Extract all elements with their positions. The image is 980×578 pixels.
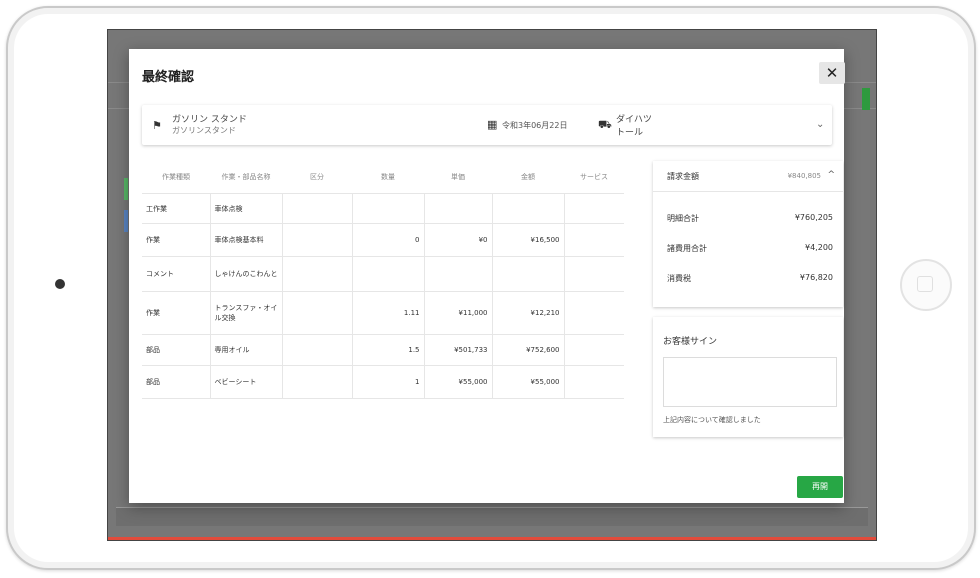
cell: ¥0	[424, 223, 493, 257]
submit-button[interactable]: 再開	[797, 476, 843, 498]
cell: ベビーシート	[210, 365, 283, 399]
confirm-dialog: 最終確認 ✕ ⚑ ガソリン スタンド ガソリンスタンド ▦ 令和3年06月22日…	[129, 49, 845, 503]
billing-row-value: ¥760,205	[794, 213, 833, 222]
shop-subname: ガソリンスタンド	[172, 126, 236, 135]
cell: 作業	[142, 223, 211, 257]
cell: ¥55,000	[492, 365, 565, 399]
cell: ¥55,000	[424, 365, 493, 399]
cell	[282, 291, 353, 335]
cell	[564, 365, 624, 399]
table-row: 作業 トランスファ・オイル交換 1.11 ¥11,000 ¥12,210	[142, 291, 624, 335]
table-row: コメント しゃけんのこわんと	[142, 256, 624, 292]
cell: 作業	[142, 291, 211, 335]
cell	[492, 193, 565, 224]
cell: ¥11,000	[424, 291, 493, 335]
billing-row-value: ¥76,820	[799, 273, 833, 282]
cell	[282, 365, 353, 399]
cell: 部品	[142, 334, 211, 366]
cell: トランスファ・オイル交換	[210, 291, 283, 335]
info-card[interactable]: ⚑ ガソリン スタンド ガソリンスタンド ▦ 令和3年06月22日 ⛟ ダイハツ…	[142, 105, 832, 145]
date-text: 令和3年06月22日	[502, 121, 568, 130]
chevron-up-icon[interactable]: ^	[827, 170, 835, 180]
camera-dot	[55, 279, 65, 289]
billing-header[interactable]: 請求金額 ¥840,805 ^	[653, 161, 843, 192]
cell	[352, 256, 425, 292]
billing-row-value: ¥4,200	[805, 243, 833, 252]
col-header: 作業種類	[142, 161, 210, 194]
col-header: 単価	[424, 161, 492, 194]
cell	[282, 223, 353, 257]
cell	[282, 256, 353, 292]
col-header: 金額	[492, 161, 564, 194]
cell: 工作業	[142, 193, 211, 224]
col-header: 区分	[282, 161, 352, 194]
cell	[352, 193, 425, 224]
cell: 1.11	[352, 291, 425, 335]
signature-note: 上記内容について確認しました	[663, 416, 761, 424]
calendar-icon: ▦	[487, 118, 498, 131]
cell	[424, 256, 493, 292]
cell: ¥752,600	[492, 334, 565, 366]
cell	[282, 334, 353, 366]
cell	[424, 193, 493, 224]
cell	[564, 223, 624, 257]
billing-row: 明細合計 ¥760,205	[667, 213, 833, 227]
cell: ¥12,210	[492, 291, 565, 335]
signature-pad[interactable]	[663, 357, 837, 407]
car-icon: ⛟	[598, 118, 612, 131]
cell: 車体点検基本料	[210, 223, 283, 257]
cell	[564, 193, 624, 224]
billing-row-label: 消費税	[667, 274, 691, 283]
table-row: 作業 車体点検基本料 0 ¥0 ¥16,500	[142, 223, 624, 257]
signature-panel: お客様サイン 上記内容について確認しました	[653, 317, 843, 437]
signature-title: お客様サイン	[663, 337, 718, 347]
billing-total: ¥840,805	[787, 172, 821, 180]
table-header-row: 作業種類 作業・部品名称 区分 数量 単価 金額 サービス	[142, 161, 624, 194]
cell	[282, 193, 353, 224]
car-model: トール	[616, 128, 644, 138]
table-row: 工作業 車体点検	[142, 193, 624, 224]
col-header: 作業・部品名称	[210, 161, 282, 194]
home-button[interactable]	[900, 259, 952, 311]
work-items-table: 作業種類 作業・部品名称 区分 数量 単価 金額 サービス 工作業 車体点検 作…	[142, 161, 624, 399]
cell	[492, 256, 565, 292]
billing-row: 諸費用合計 ¥4,200	[667, 243, 833, 257]
table-row: 部品 専用オイル 1.5 ¥501,733 ¥752,600	[142, 334, 624, 366]
cell	[564, 256, 624, 292]
cell: 0	[352, 223, 425, 257]
cell: 1	[352, 365, 425, 399]
table-row: 部品 ベビーシート 1 ¥55,000 ¥55,000	[142, 365, 624, 399]
cell: 車体点検	[210, 193, 283, 224]
cell: 専用オイル	[210, 334, 283, 366]
cell: コメント	[142, 256, 211, 292]
cell: 1.5	[352, 334, 425, 366]
chevron-down-icon[interactable]: ⌄	[816, 119, 824, 130]
cell: 部品	[142, 365, 211, 399]
cell: しゃけんのこわんと	[210, 256, 283, 292]
billing-panel: 請求金額 ¥840,805 ^ 明細合計 ¥760,205 諸費用合計 ¥4,2…	[653, 161, 843, 307]
cell	[564, 291, 624, 335]
billing-row: 消費税 ¥76,820	[667, 273, 833, 287]
screen: 最終確認 ✕ ⚑ ガソリン スタンド ガソリンスタンド ▦ 令和3年06月22日…	[107, 29, 877, 541]
billing-label: 請求金額	[667, 172, 699, 181]
cell: ¥16,500	[492, 223, 565, 257]
billing-row-label: 明細合計	[667, 214, 699, 223]
close-button[interactable]: ✕	[819, 62, 845, 84]
shop-name: ガソリン スタンド	[172, 115, 247, 125]
car-maker: ダイハツ	[616, 115, 652, 125]
cell: ¥501,733	[424, 334, 493, 366]
col-header: サービス	[564, 161, 624, 194]
col-header: 数量	[352, 161, 424, 194]
person-icon: ⚑	[152, 119, 162, 132]
billing-row-label: 諸費用合計	[667, 244, 707, 253]
cell	[564, 334, 624, 366]
dialog-title: 最終確認	[142, 70, 195, 85]
